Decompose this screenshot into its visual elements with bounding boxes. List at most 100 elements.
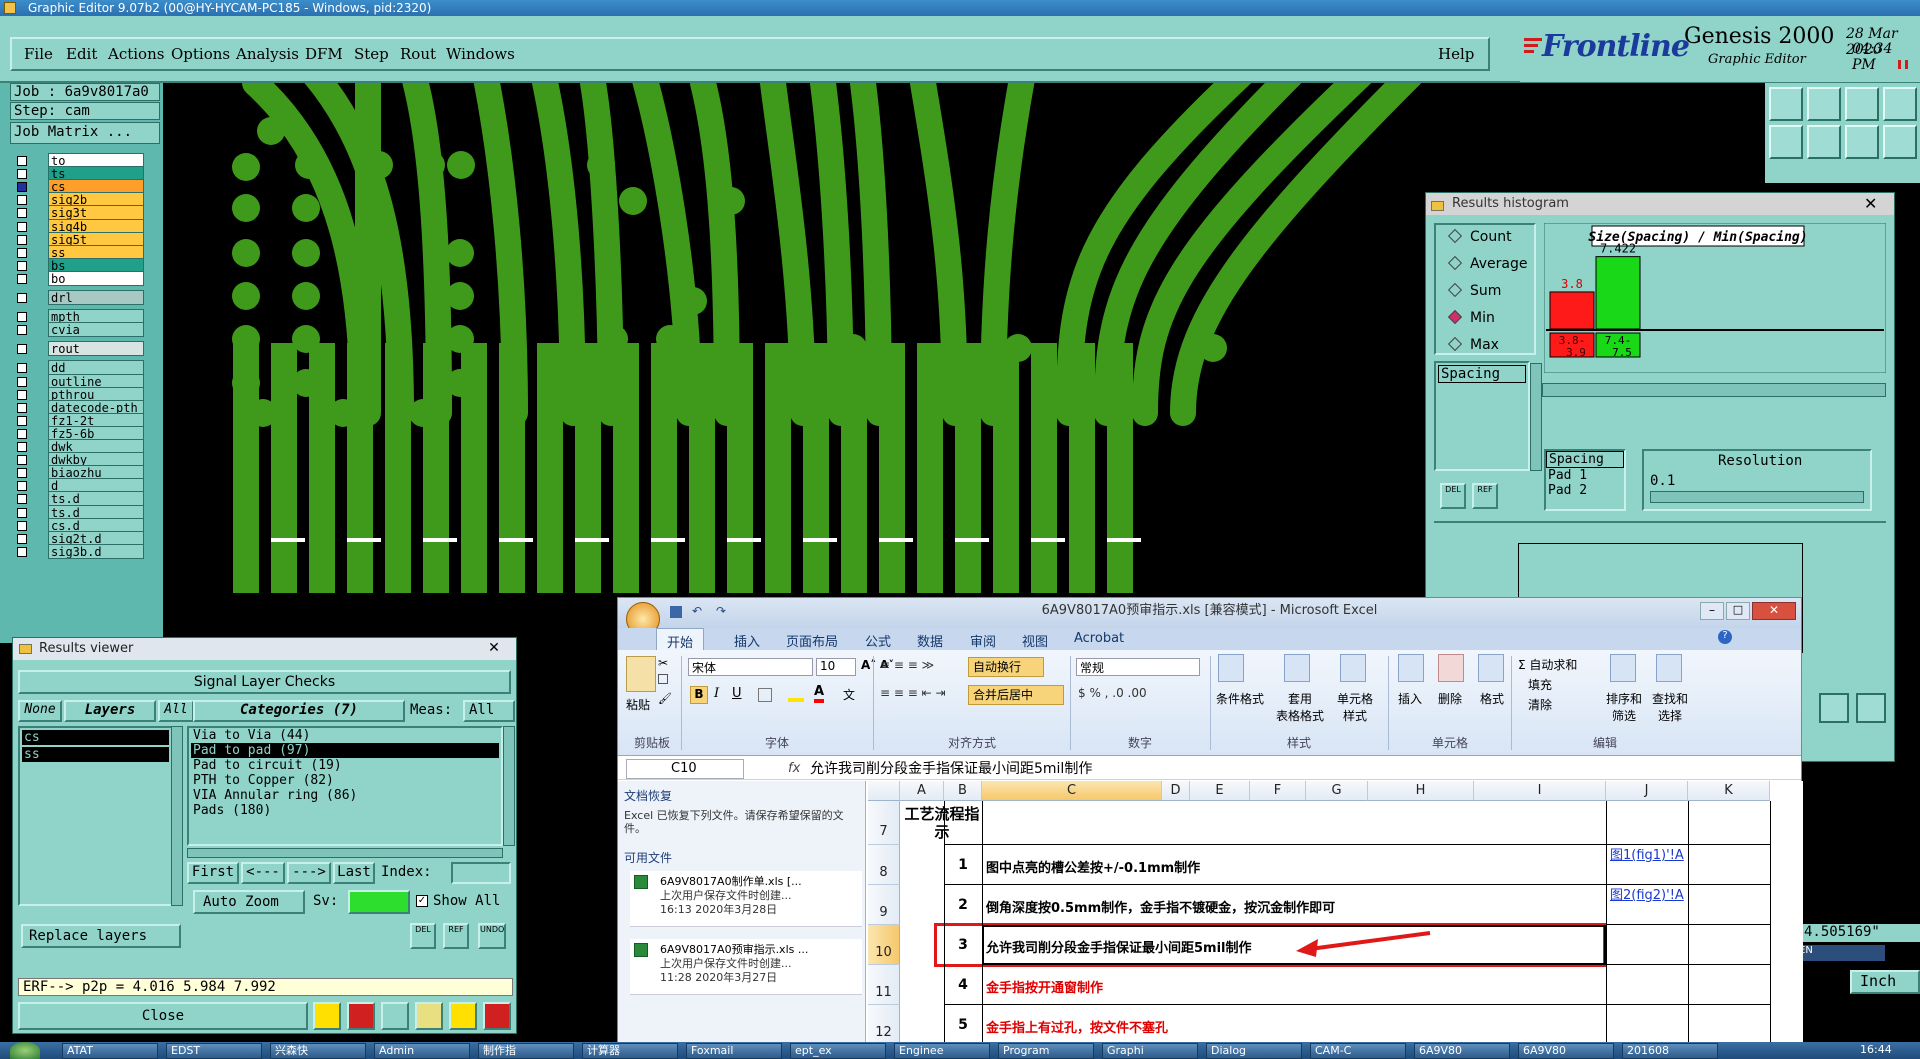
number-format-icons[interactable]: $ % , .0 .00 — [1078, 686, 1147, 700]
fill-button[interactable]: 填充 — [1528, 676, 1552, 693]
category-item[interactable]: Pads (180) — [191, 803, 499, 818]
layer-checkbox[interactable] — [17, 363, 27, 374]
taskbar-item[interactable]: EDST — [166, 1043, 262, 1059]
taskbar-item[interactable]: 6A9V80 — [1414, 1043, 1510, 1059]
radio-max[interactable]: Max — [1447, 336, 1499, 353]
next-button[interactable]: ---> — [287, 862, 331, 884]
category-item[interactable]: PTH to Copper (82) — [191, 773, 499, 788]
layer-row[interactable]: sig3b.d — [12, 543, 144, 559]
merge-center-button[interactable]: 合并后居中 — [968, 685, 1064, 705]
menu-step[interactable]: Step — [354, 45, 389, 63]
menu-edit[interactable]: Edit — [66, 45, 97, 63]
recovered-file[interactable]: 6A9V8017A0预审指示.xls ... 上次用户保存文件时创建... 11… — [630, 939, 862, 995]
results-viewer-close-icon[interactable]: ✕ — [479, 638, 509, 658]
start-button-icon[interactable] — [10, 1042, 40, 1059]
grow-font-icon[interactable]: A˄ — [861, 658, 876, 672]
autosum-button[interactable]: Σ 自动求和 — [1518, 656, 1577, 673]
table-format-icon[interactable] — [1284, 654, 1310, 682]
layer-row[interactable]: drl — [12, 290, 144, 305]
histogram-del-button[interactable]: DEL — [1440, 483, 1466, 509]
conditional-format-button[interactable]: 条件格式 — [1210, 690, 1270, 707]
layer-checkbox[interactable] — [17, 169, 27, 180]
menu-options[interactable]: Options — [171, 45, 230, 63]
menu-actions[interactable]: Actions — [108, 45, 164, 63]
tab-formulas[interactable]: 公式 — [865, 631, 891, 650]
menu-help[interactable]: Help — [1438, 45, 1474, 63]
del-button[interactable]: DEL — [410, 923, 436, 949]
layer-checkbox[interactable] — [17, 442, 27, 452]
unit-button[interactable]: Inch — [1850, 970, 1920, 994]
hyperlink-cell[interactable]: 图1(fig1)'!A — [1610, 847, 1686, 864]
taskbar-item[interactable]: Foxmail — [686, 1043, 782, 1059]
sort-filter-button[interactable]: 排序和 筛选 — [1604, 690, 1644, 724]
italic-icon[interactable]: I — [714, 686, 719, 701]
tool-icon[interactable] — [347, 1002, 375, 1030]
list-item[interactable]: Pad 2 — [1546, 483, 1624, 498]
find-select-button[interactable]: 查找和 选择 — [1650, 690, 1690, 724]
menu-windows[interactable]: Windows — [446, 45, 515, 63]
find-select-icon[interactable] — [1656, 654, 1682, 682]
menu-dfm[interactable]: DFM — [305, 45, 343, 63]
chart-tool-icon[interactable] — [1856, 693, 1886, 723]
hscrollbar[interactable] — [187, 848, 503, 858]
tab-acrobat[interactable]: Acrobat — [1074, 631, 1124, 646]
clear-button[interactable]: 清除 — [1528, 696, 1552, 713]
radio-min[interactable]: Min — [1447, 309, 1495, 326]
align-top-icon[interactable]: ≡ ≡ ≡ ≫ — [880, 658, 960, 676]
redo-icon[interactable]: ↷ — [716, 604, 726, 618]
row-header[interactable]: 11 — [868, 965, 900, 1005]
taskbar-item[interactable]: CAM-C — [1310, 1043, 1406, 1059]
histogram-close-icon[interactable]: ✕ — [1864, 193, 1884, 215]
layer-checkbox[interactable] — [17, 221, 27, 232]
column-header[interactable]: G — [1306, 781, 1368, 801]
categories-list[interactable]: Via to Via (44) Pad to pad (97) Pad to cir… — [187, 726, 503, 846]
formula-input[interactable]: 允许我司削分段金手指保证最小间距5mil制作 — [810, 758, 1092, 780]
help-icon[interactable]: ? — [1718, 630, 1732, 644]
tool-icon[interactable] — [449, 1002, 477, 1030]
column-header[interactable]: E — [1190, 781, 1250, 801]
row-header[interactable]: 7 — [868, 801, 900, 845]
column-header[interactable]: D — [1162, 781, 1190, 801]
layer-checkbox[interactable] — [17, 455, 27, 466]
column-header[interactable]: I — [1474, 781, 1606, 801]
tab-insert[interactable]: 插入 — [734, 631, 760, 650]
column-header[interactable]: C — [982, 781, 1162, 801]
histogram-hscroll[interactable] — [1542, 383, 1886, 397]
sort-filter-icon[interactable] — [1610, 654, 1636, 682]
category-item[interactable]: Via to Via (44) — [191, 728, 499, 743]
list-item[interactable]: Spacing — [1546, 451, 1624, 468]
taskbar-item[interactable]: ept_ex — [790, 1043, 886, 1059]
column-header[interactable]: F — [1250, 781, 1306, 801]
tab-home[interactable]: 开始 — [656, 628, 705, 651]
taskbar-item[interactable]: ATAT — [62, 1043, 158, 1059]
cell-style-icon[interactable] — [1340, 654, 1366, 682]
wrap-text-button[interactable]: 自动换行 — [968, 657, 1044, 677]
layer-checkbox[interactable] — [17, 344, 27, 355]
layer-checkbox[interactable] — [17, 507, 27, 518]
layer-checkbox[interactable] — [17, 182, 27, 193]
paste-button[interactable]: 粘贴 — [626, 696, 650, 713]
home-icon[interactable] — [1845, 87, 1879, 121]
excel-close-icon[interactable]: ✕ — [1752, 602, 1796, 620]
job-matrix-button[interactable]: Job Matrix ... — [10, 122, 160, 144]
layer-checkbox[interactable] — [17, 260, 27, 271]
layer-checkbox[interactable] — [17, 293, 27, 303]
font-color-icon[interactable]: A — [814, 684, 825, 703]
ref-button[interactable]: REF — [443, 923, 469, 949]
index-input[interactable] — [451, 862, 511, 884]
tool-button-icon[interactable] — [1807, 125, 1841, 159]
instruction-cell[interactable]: 金手指按开通窗制作 — [986, 977, 1103, 996]
column-header[interactable]: B — [944, 781, 982, 801]
layer-row[interactable]: cvia — [12, 322, 144, 338]
recovered-file[interactable]: 6A9V8017A0制作单.xls [... 上次用户保存文件时创建... 16… — [630, 871, 862, 927]
minimize-icon[interactable]: – — [1700, 602, 1724, 620]
tab-data[interactable]: 数据 — [917, 631, 943, 650]
delete-cells-icon[interactable] — [1438, 654, 1464, 682]
tool-button-icon[interactable] — [1883, 87, 1917, 121]
layer-checkbox[interactable] — [17, 468, 27, 479]
tab-page-layout[interactable]: 页面布局 — [786, 631, 838, 650]
last-button[interactable]: Last — [333, 862, 375, 884]
resolution-slider[interactable] — [1650, 491, 1864, 503]
category-item[interactable]: VIA Annular ring (86) — [191, 788, 499, 803]
scrollbar[interactable] — [1530, 363, 1542, 471]
